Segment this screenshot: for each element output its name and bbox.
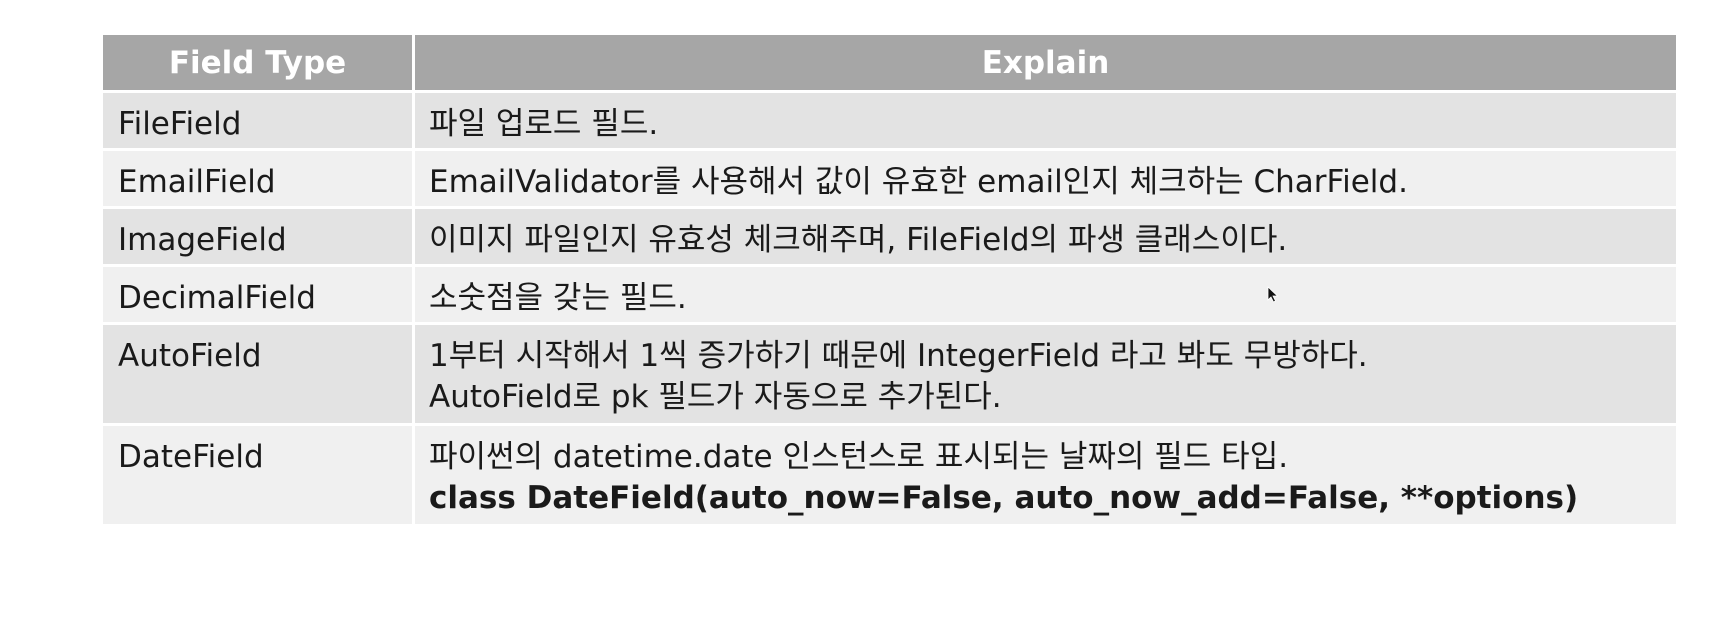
explain-line: EmailValidator를 사용해서 값이 유효한 email인지 체크하는…: [429, 164, 1408, 200]
header-explain: Explain: [415, 35, 1676, 90]
table-row-type: AutoField: [103, 325, 415, 423]
table-row-type: EmailField: [103, 151, 415, 206]
explain-line: 소숫점을 갖는 필드.: [429, 280, 687, 316]
explain-line-code: class DateField(auto_now=False, auto_now…: [429, 480, 1579, 516]
explain-line: 파일 업로드 필드.: [429, 106, 659, 142]
header-field-type: Field Type: [103, 35, 415, 90]
table-row-explain: 파이썬의 datetime.date 인스턴스로 표시되는 날짜의 필드 타입.…: [415, 426, 1676, 524]
field-types-table: Field Type Explain FileField 파일 업로드 필드. …: [103, 35, 1676, 524]
explain-line: 이미지 파일인지 유효성 체크해주며, FileField의 파생 클래스이다.: [429, 222, 1288, 258]
table-row-explain: 1부터 시작해서 1씩 증가하기 때문에 IntegerField 라고 봐도 …: [415, 325, 1676, 423]
table-row-type: DecimalField: [103, 267, 415, 322]
table-row-type: ImageField: [103, 209, 415, 264]
explain-line: AutoField로 pk 필드가 자동으로 추가된다.: [429, 379, 1002, 415]
table-row-type: FileField: [103, 93, 415, 148]
table-row-explain: EmailValidator를 사용해서 값이 유효한 email인지 체크하는…: [415, 151, 1676, 206]
table-row-explain: 소숫점을 갖는 필드.: [415, 267, 1676, 322]
table-row-type: DateField: [103, 426, 415, 524]
table-row-explain: 이미지 파일인지 유효성 체크해주며, FileField의 파생 클래스이다.: [415, 209, 1676, 264]
mouse-pointer-icon: [1267, 286, 1279, 303]
table-row-explain: 파일 업로드 필드.: [415, 93, 1676, 148]
explain-line: 1부터 시작해서 1씩 증가하기 때문에 IntegerField 라고 봐도 …: [429, 338, 1368, 374]
explain-line: 파이썬의 datetime.date 인스턴스로 표시되는 날짜의 필드 타입.: [429, 439, 1289, 475]
